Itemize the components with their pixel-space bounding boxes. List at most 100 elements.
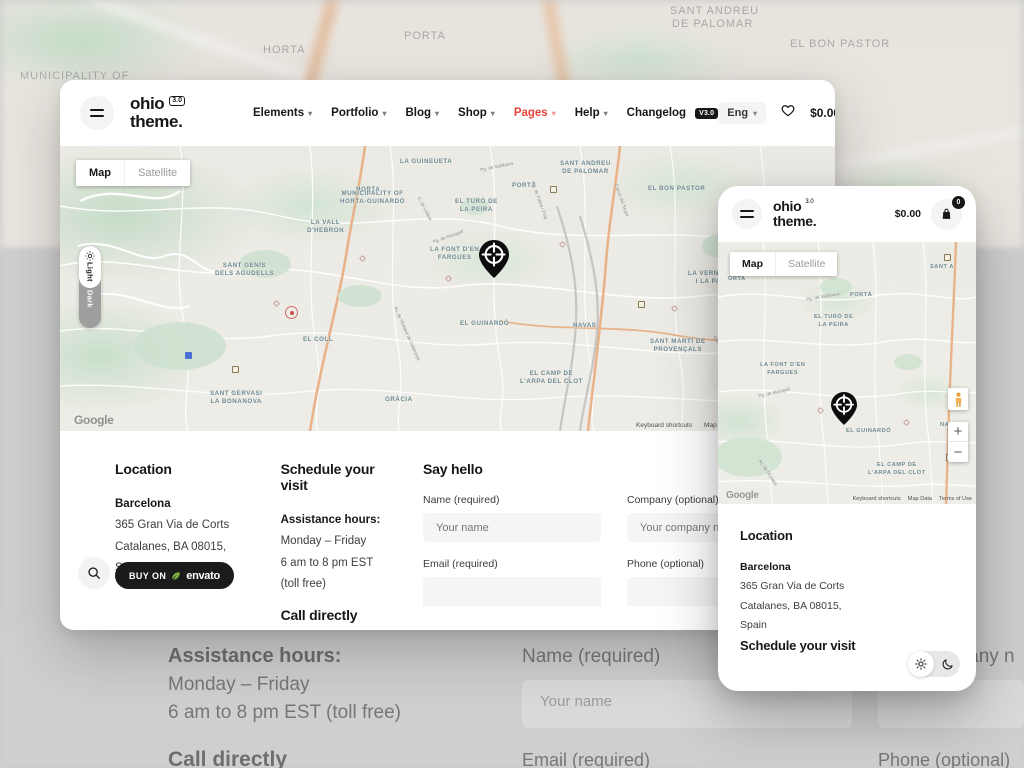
nav-item-blog[interactable]: Blog ▾ — [405, 107, 439, 119]
nav-label: Pages — [513, 107, 548, 119]
mobile-site-logo[interactable]: ohio 3.0 theme. — [773, 198, 817, 228]
map-place-label: LA VALL D'HEBRON — [307, 219, 345, 235]
mobile-hamburger-menu-icon[interactable] — [732, 199, 762, 229]
bg-maplabel-3: DE PALOMAR — [672, 18, 754, 30]
nav-label: Portfolio — [331, 107, 379, 119]
hamburger-menu-icon[interactable] — [80, 96, 114, 130]
nav-label: Blog — [405, 107, 432, 119]
bg-assistance-label: Assistance hours: — [168, 645, 342, 667]
buy-on-envato-button[interactable]: BUY ON envato — [115, 562, 234, 589]
mobile-map-attribution: Keyboard shortcuts Map Data Terms of Use — [853, 496, 972, 502]
logo-word-ohio: ohio — [130, 94, 165, 114]
dark-mode-option[interactable] — [934, 651, 960, 677]
mobile-map-place-label: EL CAMP DE L'ARPA DEL CLOT — [868, 462, 926, 476]
map-place-label: EL COLL — [303, 336, 334, 343]
mobile-cart-count-badge: 0 — [952, 195, 965, 209]
sun-icon — [85, 251, 95, 261]
color-scheme-toggle[interactable] — [908, 651, 960, 677]
map-type-satellite-button[interactable]: Satellite — [124, 160, 190, 186]
mobile-logo-version-badge: 3.0 — [805, 199, 814, 206]
location-city: Barcelona — [115, 498, 171, 510]
street-view-pegman-icon[interactable] — [948, 388, 968, 410]
mobile-keyboard-shortcuts-link[interactable]: Keyboard shortcuts — [853, 496, 901, 502]
map-place-label: EL TURÓ DE LA PEIRA — [455, 198, 498, 214]
mobile-map-type-satellite-button[interactable]: Satellite — [775, 252, 837, 276]
location-line2: Catalanes, BA 08015, — [115, 540, 227, 553]
mobile-cart-button[interactable]: 0 — [931, 195, 965, 230]
bg-maplabel-2: SANT ANDREU — [670, 5, 760, 17]
name-field-group: Name (required) — [423, 494, 601, 542]
mobile-header: ohio 3.0 theme. $0.00 0 — [718, 186, 976, 242]
nav-item-pages[interactable]: Pages ▾ — [514, 107, 556, 119]
map-place-label: SANT ANDREU DE PALOMAR — [560, 160, 611, 176]
header-actions: Eng ▾ $0.00 0 — [718, 95, 835, 131]
language-selector[interactable]: Eng ▾ — [718, 102, 767, 124]
map-pin-marker-icon[interactable] — [479, 240, 509, 283]
mobile-map-place-label: PORTÀ — [850, 292, 873, 298]
map-place-label: EL CAMP DE L'ARPA DEL CLOT — [520, 370, 583, 386]
map-transit-icon — [550, 186, 557, 193]
map-poi — [446, 276, 451, 281]
language-label: Eng — [727, 107, 749, 119]
map-place-label: LA FONT D'EN FARGUES — [430, 246, 480, 262]
mobile-header-actions: $0.00 0 — [895, 195, 965, 230]
mobile-preview-window: ohio 3.0 theme. $0.00 0 Map Satellite SA… — [718, 186, 976, 691]
mobile-content: Location Barcelona 365 Gran Via de Corts… — [718, 504, 976, 653]
mobile-map-pin-marker-icon[interactable] — [831, 392, 857, 430]
map-transit-icon — [232, 366, 239, 373]
chevron-down-icon: ▾ — [308, 108, 313, 118]
call-directly-heading: Call directly — [280, 607, 358, 624]
map-place-label: LA GUINEUETA — [400, 158, 453, 165]
chevron-down-icon: ▾ — [382, 108, 387, 118]
mobile-map-data-link[interactable]: Map Data — [908, 496, 932, 502]
mobile-location-heading: Location — [740, 528, 793, 543]
map-place-label: EL GUINARDÓ — [460, 320, 510, 327]
map-place-label: SANT MARTÍ DE PROVENÇALS — [650, 338, 706, 354]
zoom-out-button[interactable]: − — [948, 442, 968, 462]
nav-item-shop[interactable]: Shop ▾ — [458, 107, 495, 119]
mobile-map-type-map-button[interactable]: Map — [730, 252, 775, 276]
map-poi — [274, 301, 279, 306]
mobile-terms-of-use-link[interactable]: Terms of Use — [939, 496, 972, 502]
main-navigation: Elements ▾ Portfolio ▾ Blog ▾ Shop ▾ Pag… — [253, 107, 719, 119]
nav-item-portfolio[interactable]: Portfolio ▾ — [331, 107, 386, 119]
nav-label: Elements — [253, 107, 305, 119]
map-info-icon — [185, 352, 192, 359]
map-place-label: EL BON PASTOR — [648, 185, 706, 192]
nav-item-help[interactable]: Help ▾ — [575, 107, 608, 119]
bg-call-title: Call directly — [168, 748, 288, 768]
envato-name-label: envato — [186, 569, 220, 582]
map-theme-dark-label: Dark — [85, 289, 95, 308]
heart-icon[interactable] — [780, 103, 796, 124]
assistance-hours-days: Monday – Friday — [280, 535, 367, 548]
mobile-map-zoom-controls: + − — [948, 422, 968, 462]
keyboard-shortcuts-link[interactable]: Keyboard shortcuts — [636, 422, 692, 429]
map-poi — [672, 306, 677, 311]
map-place-label: GRÀCIA — [385, 396, 413, 403]
mobile-map-place-label: LA FONT D'EN FARGUES — [760, 362, 806, 376]
map-poi — [560, 242, 565, 247]
mobile-google-logo: Google — [726, 490, 759, 501]
assistance-hours-label: Assistance hours: — [280, 514, 381, 526]
bg-name-label: Name (required) — [522, 646, 661, 667]
sun-icon — [915, 658, 927, 670]
search-button[interactable] — [78, 557, 110, 589]
site-logo[interactable]: ohio 3.0 theme. — [130, 94, 186, 130]
nav-item-changelog[interactable]: Changelog V3.0 — [627, 107, 719, 119]
zoom-in-button[interactable]: + — [948, 422, 968, 442]
light-mode-option[interactable] — [908, 651, 934, 677]
map-theme-light-label: Light — [85, 262, 95, 282]
mobile-logo-word-ohio: ohio — [773, 198, 802, 215]
map-theme-toggle[interactable]: Light Dark — [79, 246, 101, 328]
envato-leaf-icon — [172, 571, 180, 580]
mobile-location-line3: Spain — [740, 619, 767, 632]
map-type-map-button[interactable]: Map — [76, 160, 124, 186]
moon-icon — [942, 658, 953, 669]
email-input[interactable] — [423, 577, 601, 606]
nav-label: Changelog — [626, 107, 687, 119]
map-transit-icon — [638, 301, 645, 308]
mobile-google-map[interactable]: Map Satellite SANT A PORTÀ EL TURÓ DE LA P… — [718, 242, 976, 504]
nav-label: Help — [574, 107, 600, 119]
nav-item-elements[interactable]: Elements ▾ — [253, 107, 312, 119]
name-input[interactable] — [423, 513, 601, 542]
